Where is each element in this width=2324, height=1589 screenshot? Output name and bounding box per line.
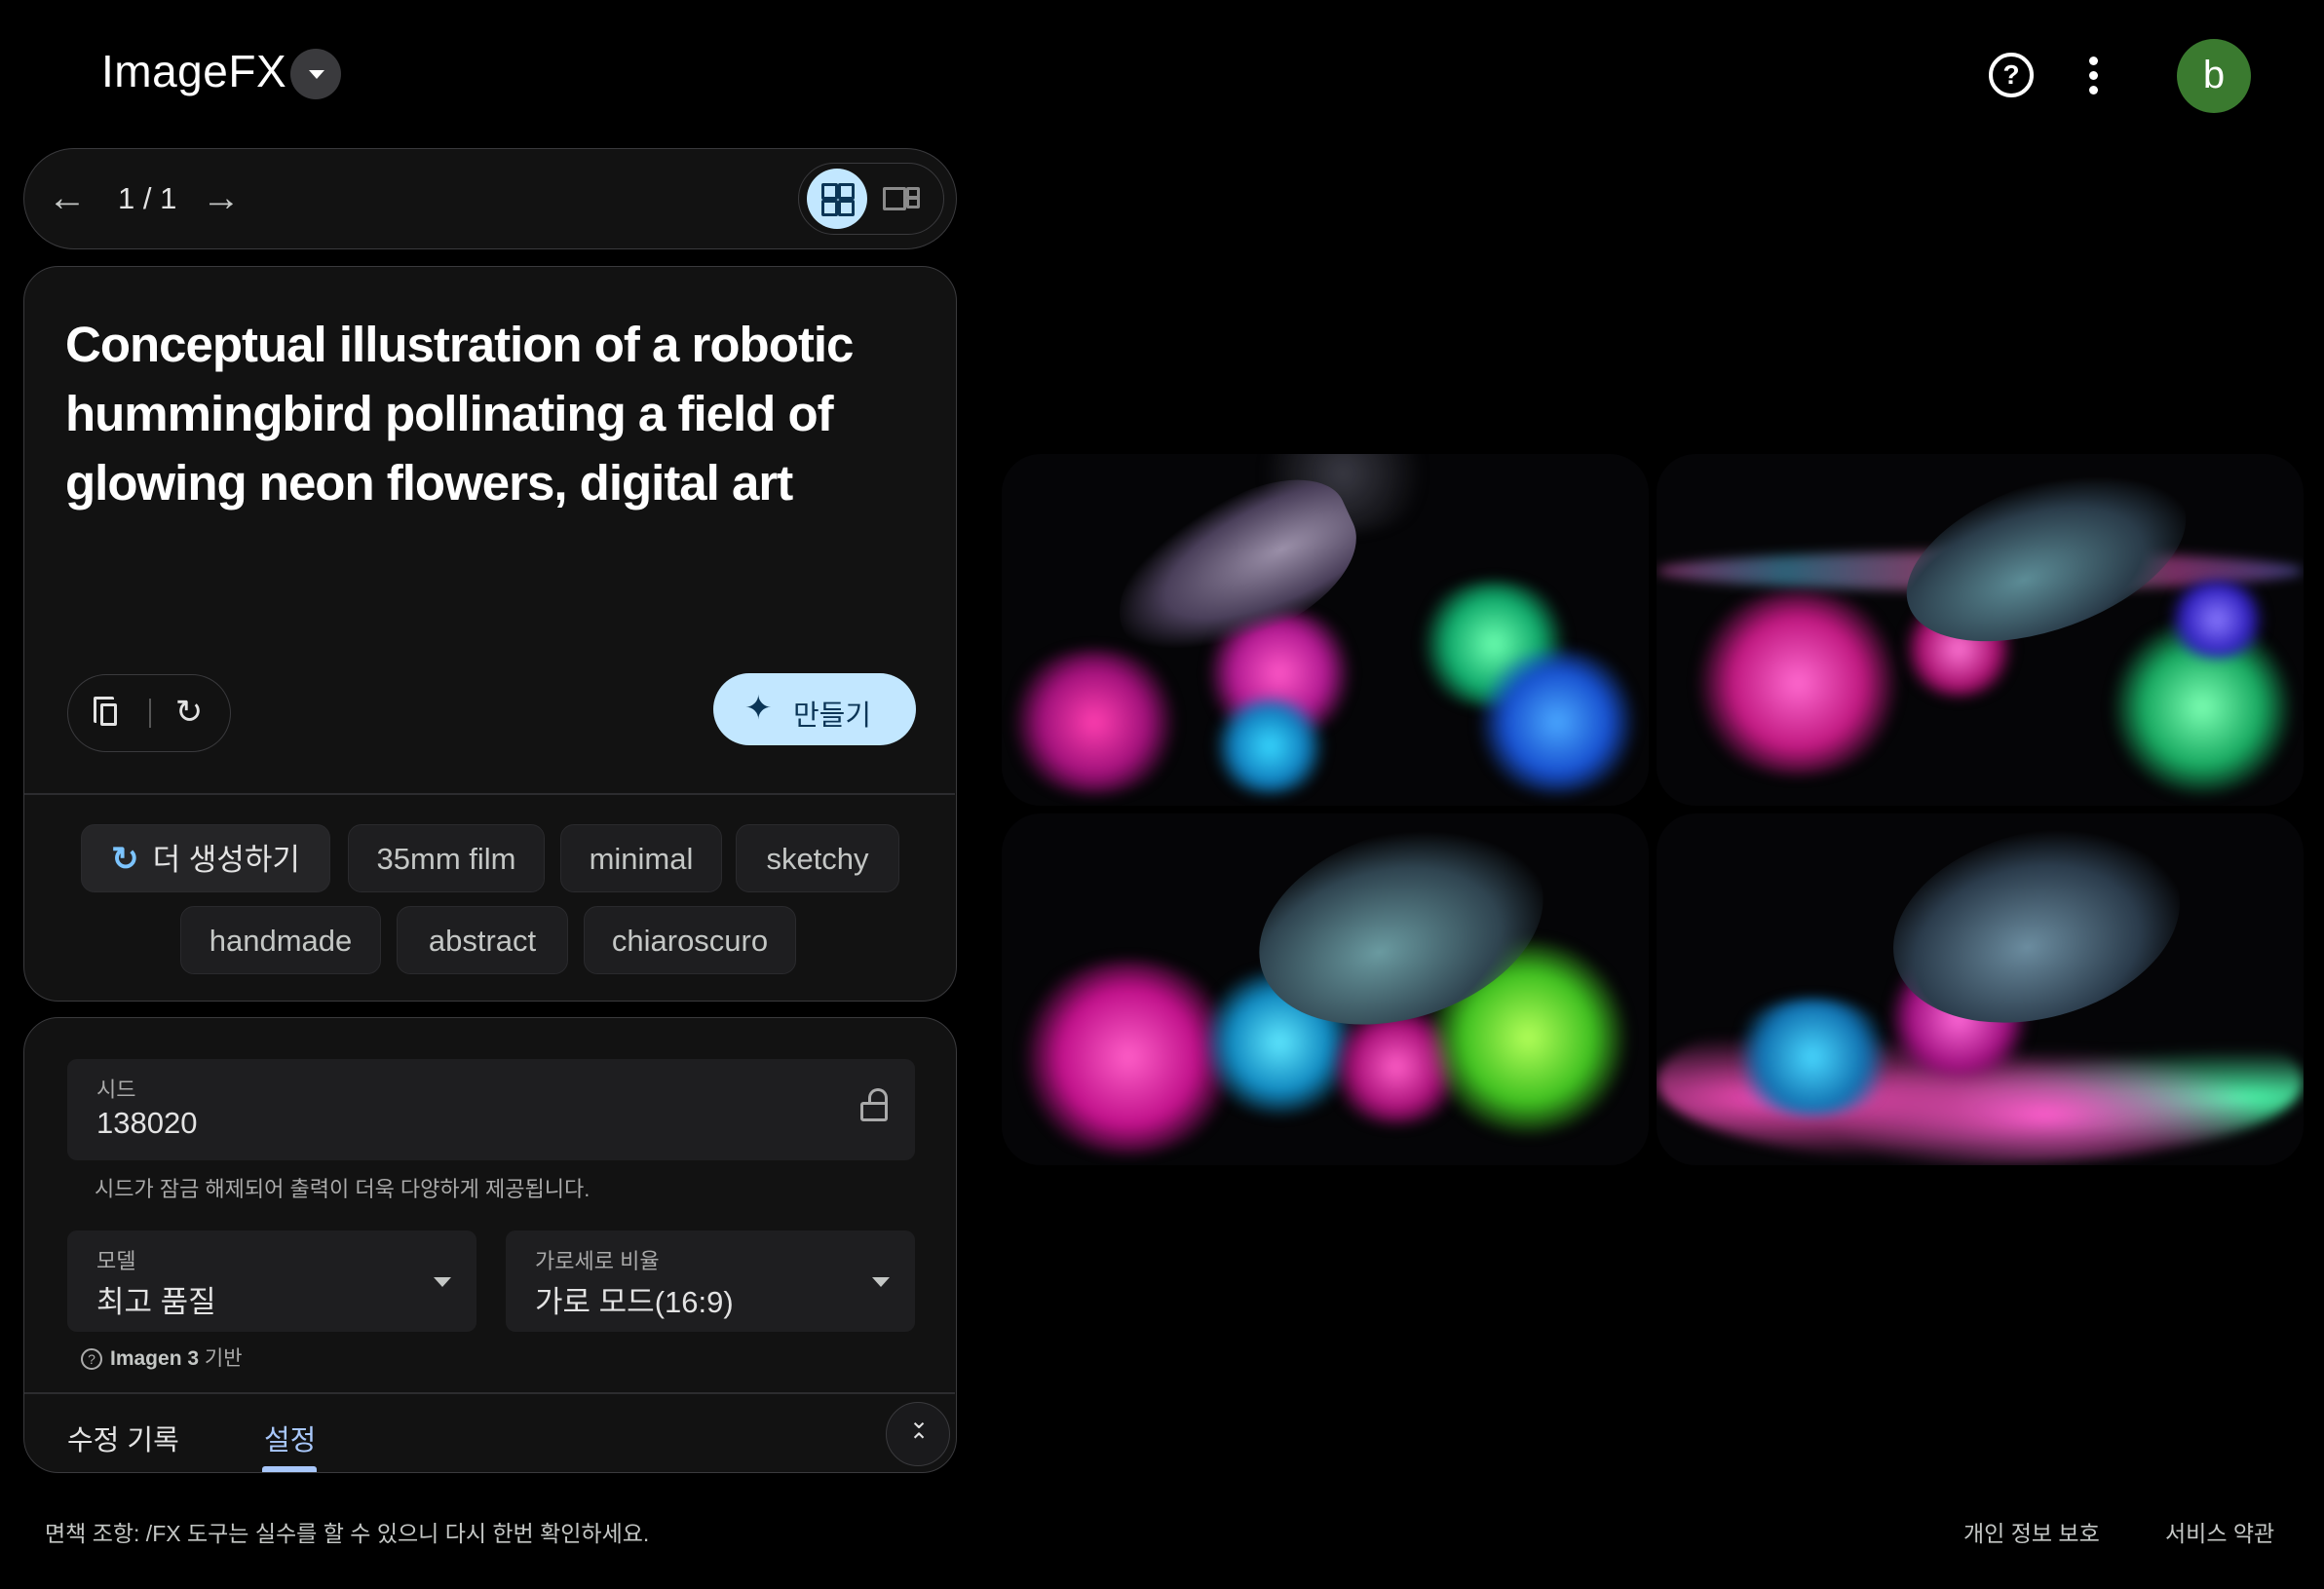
more-options-icon[interactable]: [2089, 57, 2099, 95]
page-count: 1 / 1: [118, 181, 177, 215]
privacy-link[interactable]: 개인 정보 보호: [1963, 1515, 2100, 1548]
seed-label: 시드: [96, 1078, 136, 1102]
divider: [24, 793, 955, 795]
collapse-icon[interactable]: ⌄ ⌃: [886, 1402, 950, 1466]
model-note: ? Imagen 3 기반: [81, 1343, 243, 1372]
regenerate-chip-label: 더 생성하기: [152, 843, 300, 877]
model-label: 모델: [96, 1249, 136, 1273]
seed-value[interactable]: 138020: [96, 1106, 197, 1141]
settings-card: 시드 138020 시드가 잠금 해제되어 출력이 더욱 다양하게 제공됩니다.…: [23, 1017, 957, 1473]
aspect-ratio-label: 가로세로 비율: [535, 1249, 660, 1273]
help-icon[interactable]: ?: [1989, 53, 2034, 97]
prompt-tools: ↻: [67, 674, 231, 752]
aspect-ratio-value: 가로 모드(16:9): [535, 1285, 734, 1319]
tool-divider: [149, 699, 151, 728]
style-chip-abstract[interactable]: abstract: [397, 906, 568, 974]
view-toggle: [798, 163, 944, 235]
style-chip-35mm-film[interactable]: 35mm film: [348, 824, 545, 892]
sparkle-icon: ✦: [744, 690, 773, 727]
reset-icon[interactable]: ↻: [173, 696, 205, 729]
help-small-icon[interactable]: ?: [81, 1348, 102, 1371]
aspect-ratio-select[interactable]: 가로세로 비율 가로 모드(16:9): [506, 1230, 915, 1332]
model-note-name: Imagen 3: [110, 1347, 200, 1370]
generated-image-1[interactable]: [1002, 454, 1649, 806]
seed-field[interactable]: 시드 138020: [67, 1059, 915, 1160]
tab-settings[interactable]: 설정: [264, 1418, 316, 1458]
app-title: ImageFX: [101, 46, 287, 96]
make-button[interactable]: ✦ 만들기: [713, 673, 916, 745]
tab-edit-history[interactable]: 수정 기록: [67, 1418, 179, 1458]
unlock-icon[interactable]: [860, 1088, 888, 1121]
disclaimer: 면책 조항: /FX 도구는 실수를 할 수 있으니 다시 한번 확인하세요.: [45, 1521, 650, 1546]
copy-icon[interactable]: [94, 697, 117, 726]
style-chip-sketchy[interactable]: sketchy: [736, 824, 899, 892]
model-value: 최고 품질: [96, 1285, 216, 1319]
seed-note: 시드가 잠금 해제되어 출력이 더욱 다양하게 제공됩니다.: [95, 1177, 591, 1201]
previous-arrow-icon[interactable]: ←: [48, 178, 87, 217]
style-chip-minimal[interactable]: minimal: [560, 824, 722, 892]
generated-image-2[interactable]: [1657, 454, 2304, 806]
single-view-icon[interactable]: [883, 183, 920, 212]
active-tab-indicator: [262, 1466, 317, 1472]
prompt-input[interactable]: Conceptual illustration of a robotic hum…: [65, 310, 903, 517]
generated-image-3[interactable]: [1002, 813, 1649, 1165]
next-arrow-icon[interactable]: →: [202, 178, 241, 217]
tab-divider: [24, 1392, 955, 1394]
terms-link[interactable]: 서비스 약관: [2165, 1515, 2274, 1548]
grid-view-icon[interactable]: [807, 169, 867, 229]
regenerate-chip[interactable]: ↻ 더 생성하기: [81, 824, 330, 892]
dropdown-arrow-icon: [872, 1277, 890, 1287]
avatar[interactable]: b: [2177, 39, 2251, 113]
dropdown-arrow-icon: [434, 1277, 451, 1287]
model-note-suffix: 기반: [199, 1347, 243, 1370]
top-bar: ImageFX ? b: [0, 0, 2324, 146]
model-select[interactable]: 모델 최고 품질: [67, 1230, 476, 1332]
make-button-label: 만들기: [793, 700, 872, 732]
app-switcher-dropdown[interactable]: [290, 49, 341, 99]
refresh-icon: ↻: [111, 841, 139, 878]
style-chip-chiaroscuro[interactable]: chiaroscuro: [584, 906, 796, 974]
prompt-card: Conceptual illustration of a robotic hum…: [23, 266, 957, 1002]
style-chip-handmade[interactable]: handmade: [180, 906, 381, 974]
generated-image-4[interactable]: [1657, 813, 2304, 1165]
result-pager: ← 1 / 1 →: [23, 148, 957, 249]
image-gallery: [1002, 454, 2304, 1165]
